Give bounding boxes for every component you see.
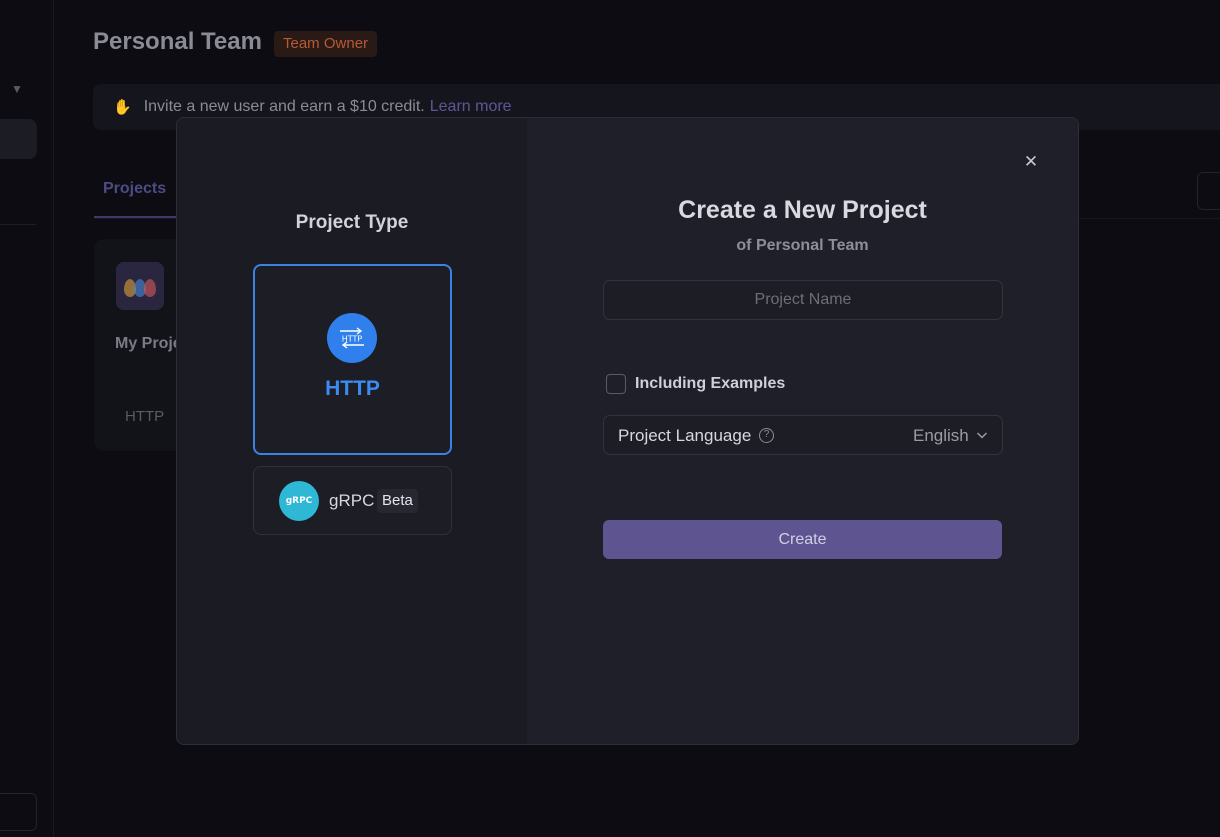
sidebar: ▼	[0, 0, 54, 837]
project-type-grpc[interactable]: gRPC gRPC Beta	[253, 466, 452, 535]
toolbar-button[interactable]	[1197, 172, 1220, 210]
svg-text:HTTP: HTTP	[342, 335, 363, 344]
including-examples-label[interactable]: Including Examples	[635, 375, 785, 393]
create-project-modal: Project Type HTTP HTTP gRPC gRPC Beta Cr…	[176, 117, 1079, 745]
project-card-type: HTTP	[125, 408, 165, 425]
project-language-label: Project Language	[618, 426, 752, 445]
chevron-down-icon	[976, 432, 988, 439]
project-card-name: My Proje	[115, 335, 182, 352]
sidebar-bottom-button[interactable]	[0, 793, 37, 831]
wave-icon: ✋	[113, 99, 132, 116]
project-language-value: English	[913, 426, 969, 445]
project-type-heading: Project Type	[295, 212, 409, 233]
close-icon[interactable]: ✕	[1021, 152, 1041, 172]
create-button[interactable]: Create	[603, 520, 1002, 559]
help-icon[interactable]: ?	[759, 428, 774, 443]
learn-more-link[interactable]: Learn more	[430, 98, 512, 116]
modal-subtitle: of Personal Team	[736, 237, 869, 254]
grpc-label: gRPC	[329, 491, 375, 510]
project-details-panel: Create a New Project of Personal Team In…	[527, 118, 1078, 744]
invite-text: Invite a new user and earn a $10 credit.	[143, 98, 425, 115]
project-name-input[interactable]	[603, 280, 1003, 320]
sidebar-divider	[0, 224, 36, 225]
grpc-icon: gRPC	[279, 481, 319, 521]
project-type-panel: Project Type HTTP HTTP gRPC gRPC Beta	[177, 118, 527, 744]
http-label: HTTP	[325, 377, 380, 400]
caret-down-icon[interactable]: ▼	[11, 82, 23, 96]
project-logo-icon	[116, 262, 164, 310]
project-language-select[interactable]: Project Language ? English	[603, 415, 1003, 455]
page-title: Personal Team	[93, 28, 262, 55]
sidebar-active-item[interactable]	[0, 119, 37, 159]
http-icon: HTTP	[327, 313, 377, 363]
beta-badge: Beta	[377, 489, 418, 513]
tab-projects[interactable]: Projects	[103, 180, 166, 198]
project-type-http[interactable]: HTTP HTTP	[253, 264, 452, 455]
including-examples-checkbox[interactable]	[606, 374, 626, 394]
modal-title: Create a New Project	[678, 196, 927, 224]
team-owner-badge: Team Owner	[274, 31, 378, 57]
